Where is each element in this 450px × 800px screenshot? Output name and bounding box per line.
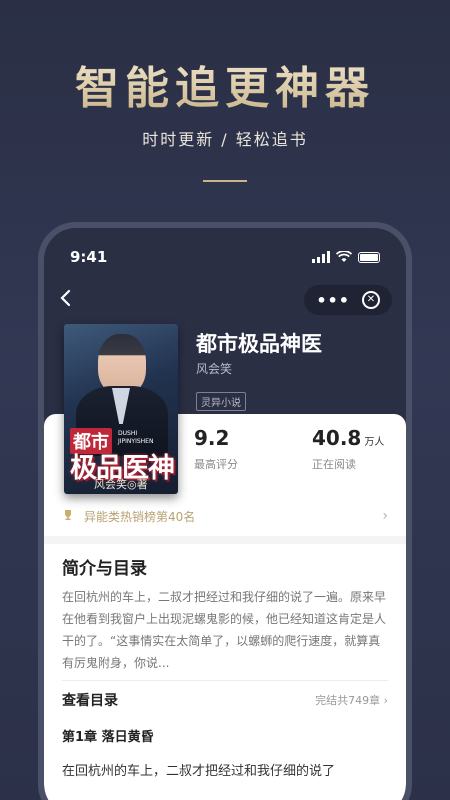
intro-text[interactable]: 在回杭州的车上，二叔才把经过和我仔细的说了一遍。原来早在他看到我窗户上出现泥螺鬼… xyxy=(62,586,388,674)
book-tag[interactable]: 灵异小说 xyxy=(196,392,246,411)
cover-pinyin: DUSHI JIPINYISHEN xyxy=(118,430,154,445)
promo-title: 智能追更神器 xyxy=(0,52,450,116)
score-label: 最高评分 xyxy=(194,458,238,471)
cover-figure-head xyxy=(98,334,146,394)
intro-heading: 简介与目录 xyxy=(62,559,147,579)
promo-divider xyxy=(203,180,247,182)
back-icon[interactable] xyxy=(58,289,82,312)
cover-author: 风会笑◎著 xyxy=(94,478,148,491)
toc-status: 完结共749章 › xyxy=(315,694,388,707)
close-circle-icon[interactable]: ✕ xyxy=(362,291,380,309)
mini-program-capsule: ••• ✕ xyxy=(304,285,392,315)
toc-row[interactable]: 查看目录 完结共749章 › xyxy=(62,690,388,710)
battery-icon xyxy=(358,251,380,263)
book-cover[interactable]: 都市 DUSHI JIPINYISHEN 极品医神 风会笑◎著 xyxy=(64,324,178,494)
rank-text: 异能类热销榜第40名 xyxy=(84,509,196,524)
toc-status-text: 完结共749章 xyxy=(315,694,381,707)
section-divider xyxy=(44,536,406,544)
book-title: 都市极品神医 xyxy=(196,332,322,356)
toc-label: 查看目录 xyxy=(62,693,118,709)
phone-screen: 9:41 ••• ✕ 都市 DUSHI JIPINYISHEN 极品医神 风会笑… xyxy=(44,228,406,800)
rank-row[interactable]: 异能类热销榜第40名 › xyxy=(62,504,388,528)
book-author[interactable]: 风会笑 xyxy=(196,360,232,377)
more-icon[interactable]: ••• xyxy=(316,291,350,310)
wifi-icon xyxy=(336,251,352,262)
status-time: 9:41 xyxy=(70,248,108,266)
phone-frame: 9:41 ••• ✕ 都市 DUSHI JIPINYISHEN 极品医神 风会笑… xyxy=(38,222,412,800)
reading-value: 40.8 xyxy=(312,426,362,450)
score-value: 9.2 xyxy=(194,426,230,450)
status-icons xyxy=(312,251,380,263)
reading-unit: 万人 xyxy=(364,437,385,448)
toc-divider xyxy=(62,680,388,681)
score-stat: 9.2 最高评分 xyxy=(194,426,238,472)
reading-label: 正在阅读 xyxy=(312,458,356,471)
status-bar: 9:41 xyxy=(70,246,380,268)
nav-bar: ••• ✕ xyxy=(58,284,392,316)
signal-icon xyxy=(312,251,330,263)
chevron-right-icon: › xyxy=(382,508,388,524)
trophy-icon xyxy=(62,509,74,524)
promo-subtitle: 时时更新 / 轻松追书 xyxy=(142,130,308,149)
reading-stat: 40.8 万人 正在阅读 xyxy=(312,426,384,472)
chapter-title[interactable]: 第1章 落日黄昏 xyxy=(62,726,154,745)
chapter-text: 在回杭州的车上，二叔才把经过和我仔细的说了 xyxy=(62,764,336,779)
